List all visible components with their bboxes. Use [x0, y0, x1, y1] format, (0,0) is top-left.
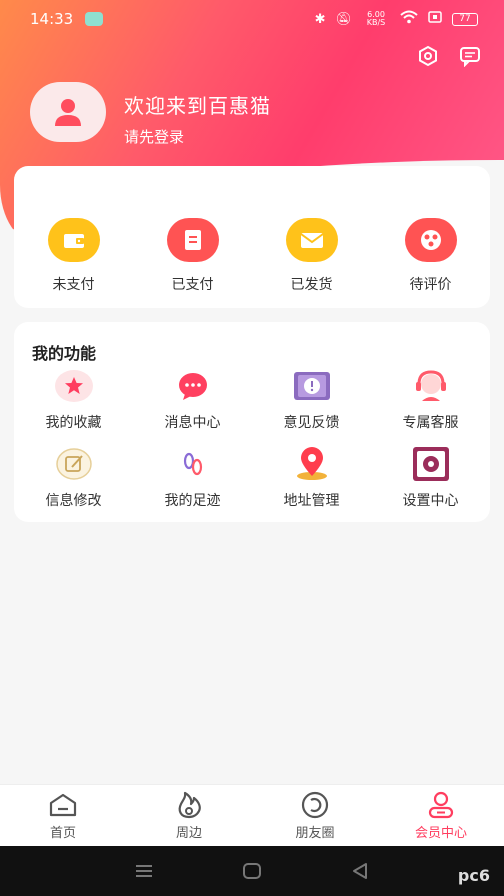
order-paid[interactable]: 已支付	[133, 218, 252, 294]
app-notification-icon	[85, 12, 104, 26]
sim-icon	[428, 11, 442, 27]
battery-icon: 77	[452, 12, 478, 26]
func-feedback[interactable]: 意见反馈	[252, 368, 371, 432]
func-label: 信息修改	[45, 493, 102, 509]
mail-icon	[285, 218, 338, 262]
moments-icon	[298, 790, 332, 820]
bill-icon	[166, 218, 219, 262]
member-icon	[424, 790, 458, 820]
footprint-icon	[171, 446, 215, 482]
review-icon	[404, 218, 457, 262]
func-label: 专属客服	[402, 415, 459, 431]
nav-nearby[interactable]: 周边	[126, 785, 252, 846]
mute-icon: 🔕︎	[335, 11, 352, 27]
order-label: 未支付	[52, 277, 95, 293]
status-time: 14:33	[30, 10, 74, 28]
user-icon	[55, 99, 81, 126]
func-favorites[interactable]: 我的收藏	[14, 368, 133, 432]
wallet-icon	[47, 218, 100, 262]
home-icon	[46, 790, 80, 820]
star-icon	[52, 368, 96, 404]
settings-icon	[409, 446, 453, 482]
order-shipped[interactable]: 已发货	[252, 218, 371, 294]
order-label: 已发货	[290, 277, 333, 293]
nav-home[interactable]: 首页	[0, 785, 126, 846]
login-link[interactable]: 请先登录	[124, 126, 184, 147]
func-footprints[interactable]: 我的足迹	[133, 446, 252, 510]
my-functions-card: 我的功能 我的收藏 消息中心 意见反馈 专属客服 信息修改 我的足迹 地址管理 …	[14, 322, 490, 522]
func-settings[interactable]: 设置中心	[371, 446, 490, 510]
nearby-icon	[172, 790, 206, 820]
order-to-review[interactable]: 待评价	[371, 218, 490, 294]
section-title: 我的功能	[32, 344, 97, 363]
wifi-icon	[400, 10, 418, 28]
top-actions	[416, 44, 482, 68]
func-label: 意见反馈	[283, 415, 340, 431]
back-icon[interactable]	[345, 860, 375, 882]
func-label: 我的收藏	[45, 415, 102, 431]
menu-icon[interactable]	[129, 860, 159, 882]
watermark-logo: pc6	[457, 866, 490, 885]
chat-icon[interactable]	[458, 44, 482, 68]
order-label: 已支付	[171, 277, 214, 293]
welcome-text: 欢迎来到百惠猫	[124, 94, 271, 118]
order-unpaid[interactable]: 未支付	[14, 218, 133, 294]
nav-label: 首页	[49, 826, 76, 841]
settings-hex-icon[interactable]	[416, 44, 440, 68]
func-messages[interactable]: 消息中心	[133, 368, 252, 432]
nav-member-center[interactable]: 会员中心	[378, 785, 504, 846]
func-label: 地址管理	[283, 493, 340, 509]
order-status-card: 未支付 已支付 已发货 待评价	[14, 166, 490, 308]
nav-moments[interactable]: 朋友圈	[252, 785, 378, 846]
bluetooth-icon: ✱	[314, 11, 326, 27]
nav-label: 会员中心	[414, 826, 467, 841]
nav-label: 周边	[175, 826, 202, 841]
message-icon	[171, 368, 215, 404]
avatar[interactable]	[30, 82, 106, 142]
customer-service-icon	[409, 368, 453, 404]
func-label: 消息中心	[164, 415, 221, 431]
order-label: 待评价	[409, 277, 452, 293]
func-label: 我的足迹	[164, 493, 221, 509]
edit-icon	[52, 446, 96, 482]
feedback-icon	[290, 368, 334, 404]
func-address[interactable]: 地址管理	[252, 446, 371, 510]
func-customer-service[interactable]: 专属客服	[371, 368, 490, 432]
location-icon	[290, 446, 334, 482]
nav-label: 朋友圈	[295, 826, 335, 841]
system-nav-bar	[0, 846, 504, 896]
bottom-nav: 首页 周边 朋友圈 会员中心	[0, 784, 504, 846]
status-bar: 14:33 ✱ 🔕︎ 6.00 KB/S 77	[0, 0, 504, 38]
func-label: 设置中心	[402, 493, 459, 509]
func-edit-info[interactable]: 信息修改	[14, 446, 133, 510]
home-button-icon[interactable]	[237, 860, 267, 882]
net-speed: 6.00 KB/S	[366, 10, 386, 27]
